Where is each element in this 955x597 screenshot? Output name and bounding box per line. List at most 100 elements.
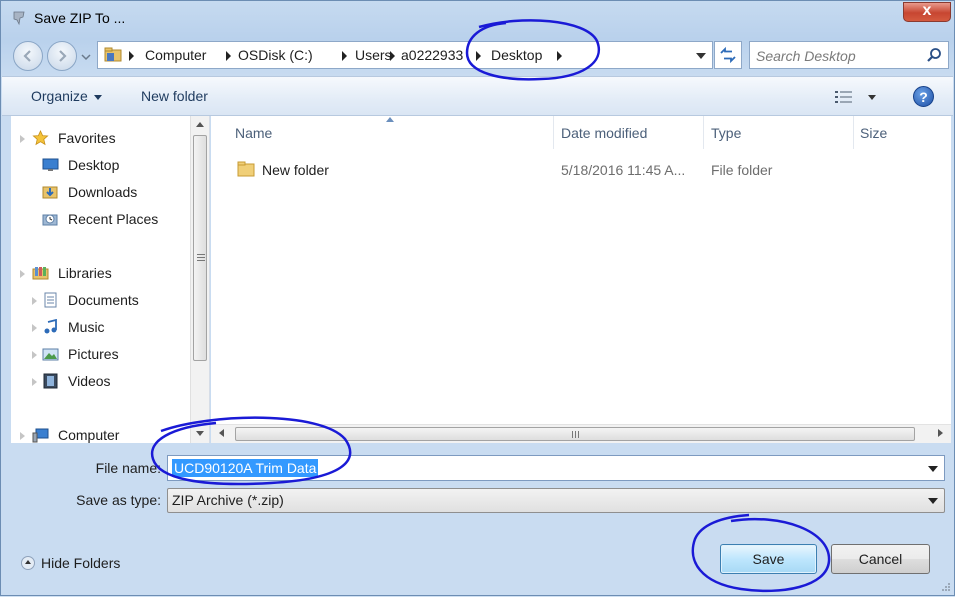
pictures-icon bbox=[42, 348, 59, 361]
breadcrumb-separator-icon[interactable] bbox=[390, 51, 395, 61]
navigation-scrollbar[interactable] bbox=[190, 116, 209, 443]
breadcrumb-user[interactable]: a0222933 bbox=[401, 47, 463, 63]
breadcrumb-users[interactable]: Users bbox=[355, 47, 392, 63]
nav-favorites[interactable]: Favorites bbox=[11, 127, 191, 149]
nav-item-label: Recent Places bbox=[68, 211, 159, 227]
nav-favorites-label: Favorites bbox=[58, 130, 116, 146]
file-list-horizontal-scrollbar[interactable] bbox=[211, 424, 951, 443]
expand-arrow-icon[interactable] bbox=[32, 324, 37, 332]
collapse-icon bbox=[21, 556, 35, 570]
libraries-icon bbox=[32, 267, 49, 280]
nav-computer[interactable]: Computer bbox=[11, 424, 191, 443]
breadcrumb-separator-icon[interactable] bbox=[226, 51, 231, 61]
filename-input[interactable]: UCD90120A Trim Data bbox=[172, 459, 319, 477]
refresh-icon bbox=[720, 46, 736, 64]
nav-item-label: Documents bbox=[68, 292, 139, 308]
savetype-select[interactable]: ZIP Archive (*.zip) bbox=[167, 488, 945, 513]
scroll-thumb[interactable] bbox=[235, 427, 915, 441]
nav-item-documents[interactable]: Documents bbox=[11, 289, 191, 311]
refresh-button[interactable] bbox=[714, 41, 742, 69]
nav-item-music[interactable]: Music bbox=[11, 316, 191, 338]
column-header-size[interactable]: Size bbox=[854, 116, 951, 149]
scroll-right-icon[interactable] bbox=[938, 429, 943, 437]
chevron-down-icon[interactable] bbox=[928, 466, 938, 472]
expand-arrow-icon[interactable] bbox=[32, 351, 37, 359]
recent-places-icon bbox=[42, 214, 58, 226]
file-list: Name Date modified Type Size New folder … bbox=[211, 116, 951, 424]
close-icon: x bbox=[922, 2, 932, 19]
back-button[interactable] bbox=[13, 41, 43, 71]
savetype-label: Save as type: bbox=[76, 492, 161, 508]
close-button[interactable]: x bbox=[903, 2, 951, 22]
search-icon[interactable] bbox=[926, 47, 942, 63]
column-header-label: Size bbox=[860, 125, 888, 141]
expand-arrow-icon[interactable] bbox=[32, 378, 37, 386]
chevron-down-icon bbox=[93, 94, 102, 100]
chevron-down-icon[interactable] bbox=[928, 498, 938, 504]
save-button[interactable]: Save bbox=[720, 544, 817, 574]
downloads-folder-icon bbox=[42, 186, 58, 199]
scroll-down-icon[interactable] bbox=[196, 431, 204, 436]
savetype-value: ZIP Archive (*.zip) bbox=[172, 492, 284, 508]
breadcrumb-separator-icon[interactable] bbox=[557, 51, 562, 61]
column-header-type[interactable]: Type bbox=[704, 116, 853, 149]
filename-label: File name: bbox=[95, 460, 161, 476]
address-history-dropdown-icon[interactable] bbox=[696, 53, 706, 59]
organize-label: Organize bbox=[31, 88, 88, 104]
recent-pages-dropdown-icon[interactable] bbox=[80, 51, 92, 63]
address-bar[interactable]: Computer OSDisk (C:) Users a0222933 Desk… bbox=[97, 41, 713, 69]
filename-combobox[interactable]: UCD90120A Trim Data bbox=[167, 455, 945, 481]
breadcrumb-osdisk[interactable]: OSDisk (C:) bbox=[238, 47, 313, 63]
breadcrumb-computer[interactable]: Computer bbox=[145, 47, 206, 63]
search-box[interactable] bbox=[749, 41, 949, 69]
breadcrumb-separator-icon[interactable] bbox=[476, 51, 481, 61]
file-type: File folder bbox=[711, 162, 773, 178]
search-input[interactable] bbox=[754, 46, 926, 66]
list-item[interactable]: New folder 5/18/2016 11:45 A... File fol… bbox=[227, 158, 927, 182]
nav-item-recent-places[interactable]: Recent Places bbox=[11, 208, 191, 230]
column-header-label: Type bbox=[711, 125, 742, 141]
navigation-pane: Favorites Desktop Downloads Recent Place… bbox=[11, 116, 210, 443]
change-view-icon[interactable] bbox=[834, 89, 854, 105]
desktop-icon bbox=[42, 158, 59, 171]
nav-libraries-label: Libraries bbox=[58, 265, 112, 281]
computer-icon bbox=[32, 428, 49, 443]
organize-button[interactable]: Organize bbox=[31, 88, 102, 104]
address-folder-icon bbox=[104, 47, 122, 62]
cancel-button[interactable]: Cancel bbox=[831, 544, 930, 574]
documents-icon bbox=[44, 292, 57, 308]
resize-grip-icon[interactable] bbox=[941, 582, 951, 592]
nav-item-pictures[interactable]: Pictures bbox=[11, 343, 191, 365]
column-header-label: Name bbox=[235, 125, 273, 141]
forward-button[interactable] bbox=[47, 41, 77, 71]
nav-libraries[interactable]: Libraries bbox=[11, 262, 191, 284]
help-button[interactable]: ? bbox=[913, 86, 934, 107]
breadcrumb-desktop[interactable]: Desktop bbox=[491, 47, 542, 63]
view-options-dropdown-icon[interactable] bbox=[868, 95, 876, 100]
expand-arrow-icon[interactable] bbox=[20, 432, 25, 440]
nav-item-downloads[interactable]: Downloads bbox=[11, 181, 191, 203]
back-arrow-icon bbox=[23, 50, 31, 62]
star-icon bbox=[32, 130, 49, 146]
column-header-date-modified[interactable]: Date modified bbox=[554, 116, 703, 149]
new-folder-button[interactable]: New folder bbox=[141, 88, 208, 104]
breadcrumb-separator-icon[interactable] bbox=[342, 51, 347, 61]
expand-arrow-icon[interactable] bbox=[20, 135, 25, 143]
column-header-name[interactable]: Name bbox=[211, 116, 553, 149]
breadcrumb-separator-icon[interactable] bbox=[129, 51, 134, 61]
expand-arrow-icon[interactable] bbox=[32, 297, 37, 305]
scroll-left-icon[interactable] bbox=[219, 429, 224, 437]
nav-item-desktop[interactable]: Desktop bbox=[11, 154, 191, 176]
nav-item-label: Pictures bbox=[68, 346, 119, 362]
nav-item-label: Downloads bbox=[68, 184, 138, 200]
window-title: Save ZIP To ... bbox=[34, 10, 126, 26]
expand-arrow-icon[interactable] bbox=[20, 270, 25, 278]
music-icon bbox=[44, 319, 57, 334]
nav-item-label: Music bbox=[68, 319, 105, 335]
folder-icon bbox=[237, 161, 255, 177]
file-name: New folder bbox=[262, 162, 329, 178]
nav-item-videos[interactable]: Videos bbox=[11, 370, 191, 392]
scroll-thumb[interactable] bbox=[193, 135, 207, 361]
save-dialog: Save ZIP To ... x Computer OSDisk (C:) U… bbox=[0, 0, 955, 596]
scroll-up-icon[interactable] bbox=[196, 122, 204, 127]
